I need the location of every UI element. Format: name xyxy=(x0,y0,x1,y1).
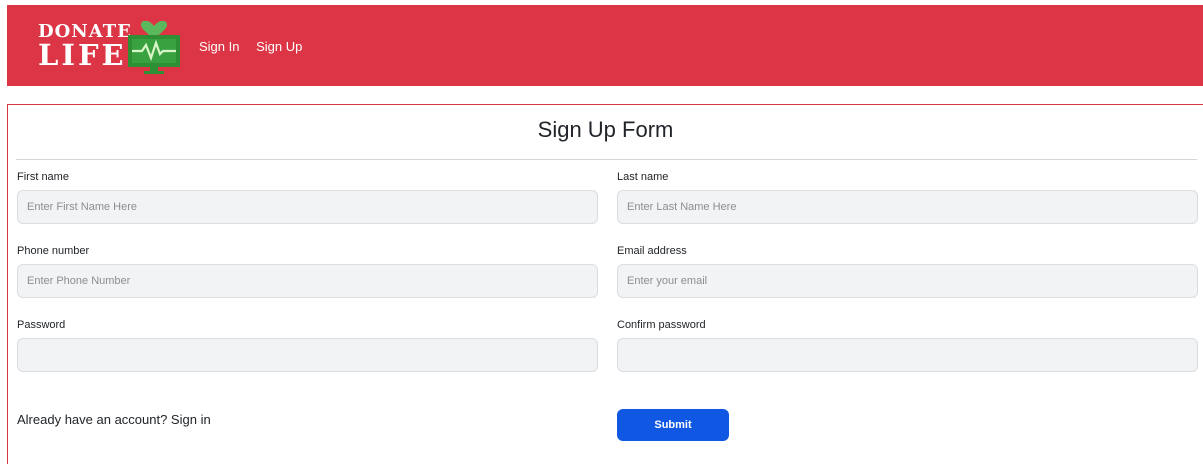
confirm-password-input[interactable] xyxy=(617,338,1198,372)
confirm-password-label: Confirm password xyxy=(617,319,706,331)
first-name-label: First name xyxy=(17,171,69,183)
last-name-input[interactable] xyxy=(617,190,1198,224)
first-name-input[interactable] xyxy=(17,190,598,224)
form-title: Sign Up Form xyxy=(537,117,674,142)
nav-links: Sign In Sign Up xyxy=(199,39,315,54)
nav-link-sign-up[interactable]: Sign Up xyxy=(256,39,302,54)
password-input[interactable] xyxy=(17,338,598,372)
phone-number-label: Phone number xyxy=(17,245,90,257)
donate-life-logo[interactable]: DONATE LIFE xyxy=(38,21,183,75)
phone-number-input[interactable] xyxy=(17,264,598,298)
title-divider xyxy=(16,159,1197,160)
submit-button[interactable]: Submit xyxy=(617,409,729,441)
heart-monitor-icon xyxy=(128,21,180,74)
top-navbar: DONATE LIFE Sign In Sign Up xyxy=(7,5,1203,86)
email-address-input[interactable] xyxy=(617,264,1198,298)
email-address-label: Email address xyxy=(617,245,687,257)
logo-line-2: LIFE xyxy=(38,38,127,72)
last-name-label: Last name xyxy=(617,171,669,183)
password-label: Password xyxy=(17,319,66,331)
logo-text: DONATE LIFE xyxy=(38,21,132,70)
signin-prompt[interactable]: Already have an account? Sign in xyxy=(17,412,211,427)
signup-form-card: Sign Up Form First name Last name Phone … xyxy=(7,104,1203,464)
nav-link-sign-in[interactable]: Sign In xyxy=(199,39,239,54)
signin-link[interactable]: Already have an account? Sign in xyxy=(17,412,211,427)
